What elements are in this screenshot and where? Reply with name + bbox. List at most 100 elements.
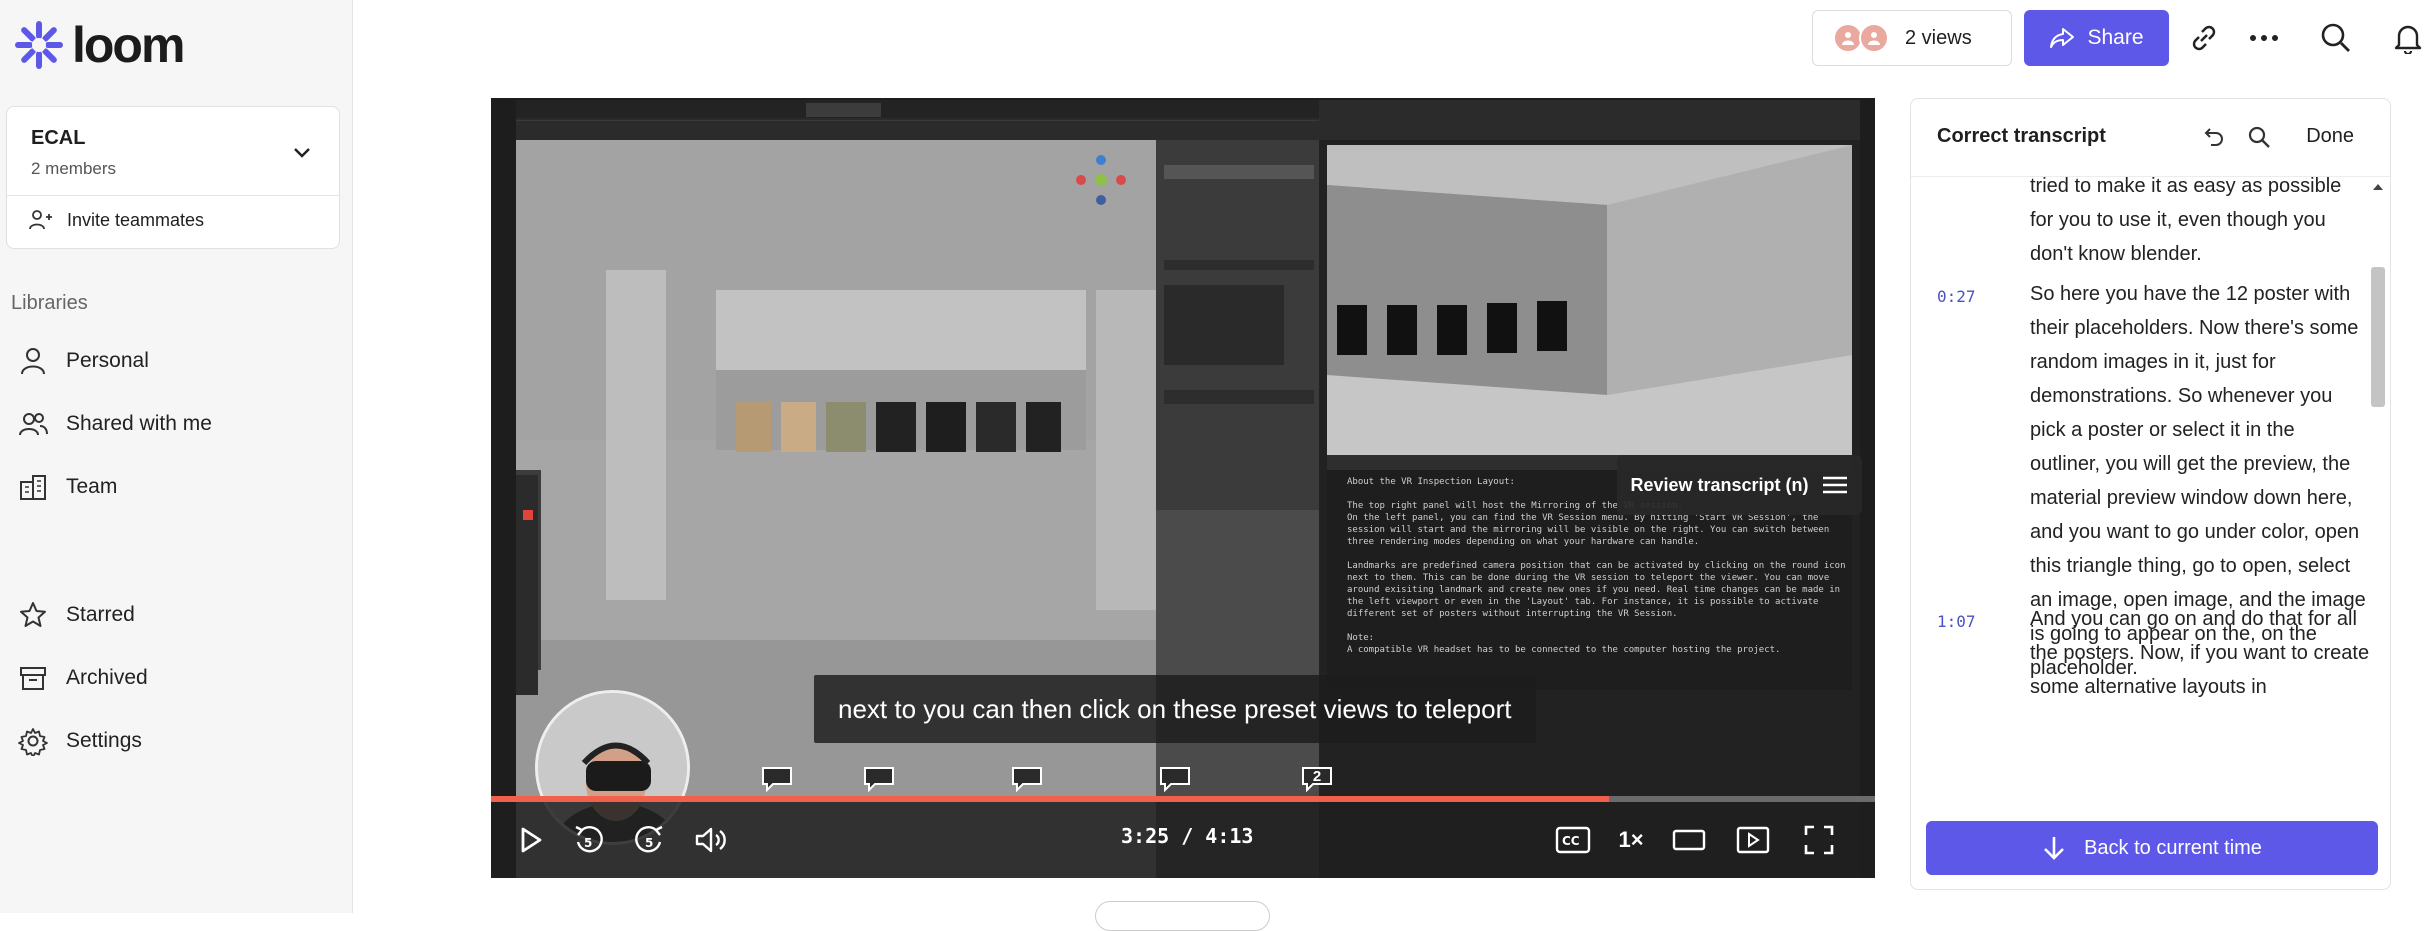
undo-icon: [2204, 128, 2223, 146]
workspace-card[interactable]: ECAL 2 members Invite teammates: [6, 106, 340, 249]
vr-mirror-view: [1327, 145, 1852, 455]
picture-in-picture-button[interactable]: [1733, 822, 1773, 858]
avatar: [1859, 23, 1889, 53]
transcript-scrollbar[interactable]: [2368, 177, 2386, 889]
blender-vr-session-panel: [1156, 140, 1331, 510]
sidebar-item-label: Starred: [66, 603, 135, 626]
more-options-button[interactable]: [2246, 20, 2282, 56]
loom-logo[interactable]: loom: [14, 17, 185, 73]
loom-logo-icon: [15, 21, 63, 69]
video-caption: next to you can then click on these pres…: [814, 675, 1536, 743]
viewport-navigation-gizmo: [1076, 155, 1126, 205]
share-label: Share: [2087, 26, 2144, 49]
star-icon: [20, 602, 46, 627]
archive-icon: [20, 667, 46, 690]
sidebar: loom ECAL 2 members Invite teammates Lib…: [0, 0, 353, 913]
link-icon: [2192, 25, 2216, 51]
comment-marker-icon[interactable]: [1011, 766, 1043, 792]
segment-text[interactable]: tried to make it as easy as possible for…: [2030, 177, 2370, 271]
workspace-name: ECAL: [31, 127, 86, 149]
sidebar-item-label: Shared with me: [66, 412, 212, 435]
share-button[interactable]: Share: [2024, 10, 2169, 66]
forward-5-icon: 5: [635, 825, 663, 853]
loom-logo-text: loom: [72, 17, 185, 73]
sidebar-item-label: Settings: [66, 729, 142, 752]
theater-mode-icon: [1672, 829, 1706, 851]
svg-text:5: 5: [645, 836, 653, 850]
gear-icon: [18, 728, 48, 756]
back-to-current-time-button[interactable]: Back to current time: [1926, 821, 2378, 875]
volume-button[interactable]: [691, 822, 731, 858]
menu-lines-icon: [1822, 476, 1847, 494]
below-video-pill[interactable]: [1095, 901, 1270, 931]
playback-speed-button[interactable]: 1×: [1611, 822, 1651, 858]
review-transcript-button[interactable]: Review transcript (n): [1617, 455, 1862, 515]
done-button[interactable]: Done: [2306, 125, 2354, 148]
fullscreen-button[interactable]: [1799, 822, 1839, 858]
workspace-members: 2 members: [31, 159, 117, 178]
sidebar-item-label: Archived: [66, 666, 148, 689]
libraries-heading: Libraries: [11, 292, 88, 314]
sidebar-item-settings[interactable]: Settings: [18, 726, 142, 756]
comment-marker-icon[interactable]: [761, 766, 793, 792]
sidebar-item-shared[interactable]: Shared with me: [18, 409, 212, 439]
time-display: 3:25 / 4:13: [1121, 824, 1254, 848]
play-button[interactable]: [513, 822, 549, 858]
sidebar-item-team[interactable]: Team: [18, 472, 117, 502]
sidebar-item-label: Personal: [66, 349, 149, 372]
scroll-up-arrow-icon[interactable]: [2372, 183, 2384, 191]
closed-captions-icon: CC: [1555, 826, 1591, 854]
comment-marker-icon[interactable]: [1159, 766, 1191, 792]
sidebar-item-archived[interactable]: Archived: [18, 663, 148, 693]
player-controls: 5 5 3:25 / 4:13 CC 1×: [491, 802, 1875, 878]
divider: [7, 195, 339, 196]
review-transcript-label: Review transcript (n): [1630, 474, 1809, 495]
add-people-icon: [29, 210, 52, 230]
video-player[interactable]: About the VR Inspection Layout: The top …: [491, 98, 1875, 878]
sidebar-item-label: Team: [66, 475, 118, 498]
transcript-panel: Correct transcript Done tried to make it…: [1910, 98, 2391, 890]
svg-text:CC: CC: [1562, 834, 1580, 848]
views-button[interactable]: 2 views: [1812, 10, 2012, 66]
search-button[interactable]: [2318, 20, 2354, 56]
blender-menubar: [516, 100, 1331, 140]
undo-button[interactable]: [2201, 125, 2225, 154]
arrow-down-icon: [2044, 837, 2064, 860]
transcript-title: Correct transcript: [1937, 125, 2106, 147]
segment-time[interactable]: 0:27: [1937, 287, 1976, 306]
invite-teammates-button[interactable]: Invite teammates: [29, 209, 204, 231]
fullscreen-icon: [1804, 825, 1834, 855]
share-arrow-icon: [2050, 28, 2075, 48]
rewind-5-button[interactable]: 5: [571, 822, 607, 858]
transcript-search-button[interactable]: [2247, 125, 2271, 154]
bell-icon: [2394, 25, 2422, 54]
transcript-body: tried to make it as easy as possible for…: [1911, 177, 2371, 889]
rewind-5-icon: 5: [575, 825, 603, 853]
invite-teammates-label: Invite teammates: [67, 209, 205, 230]
sidebar-item-personal[interactable]: Personal: [18, 346, 149, 376]
more-horizontal-icon: [2250, 35, 2278, 41]
svg-text:5: 5: [584, 836, 592, 850]
copy-link-button[interactable]: [2186, 20, 2222, 56]
building-icon: [20, 475, 46, 500]
search-icon: [2321, 23, 2350, 52]
scrollbar-thumb[interactable]: [2371, 267, 2385, 407]
back-to-current-time-label: Back to current time: [2084, 836, 2262, 859]
picture-in-picture-icon: [1736, 826, 1770, 854]
search-icon: [2248, 126, 2270, 148]
chevron-down-icon[interactable]: [291, 141, 313, 163]
notifications-button[interactable]: [2390, 20, 2426, 56]
transcript-header: Correct transcript Done: [1911, 99, 2390, 177]
person-icon: [21, 348, 45, 375]
people-icon: [19, 413, 48, 436]
theater-mode-button[interactable]: [1669, 822, 1709, 858]
forward-5-button[interactable]: 5: [631, 822, 667, 858]
segment-time[interactable]: 1:07: [1937, 612, 1976, 631]
play-icon: [521, 827, 542, 853]
views-count: 2 views: [1905, 26, 1972, 49]
comment-cluster-marker[interactable]: 2: [1301, 766, 1333, 792]
sidebar-item-starred[interactable]: Starred: [18, 600, 135, 630]
captions-button[interactable]: CC: [1553, 822, 1593, 858]
comment-marker-icon[interactable]: [863, 766, 895, 792]
segment-text[interactable]: And you can go on and do that for all th…: [2030, 602, 2370, 704]
